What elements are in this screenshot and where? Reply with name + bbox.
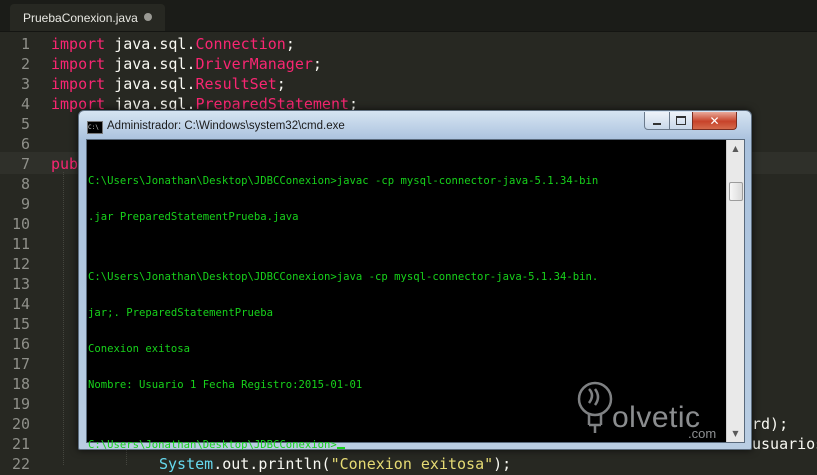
console-icon: C:\: [87, 121, 103, 134]
line-number: 9: [20, 195, 30, 213]
close-icon: ✕: [709, 113, 720, 128]
line-number: 7: [20, 155, 30, 173]
line-number: 10: [11, 215, 30, 233]
watermark-suffix: .com: [688, 426, 717, 441]
editor-tab-bar: PruebaConexion.java: [0, 0, 817, 32]
line-number: 21: [11, 435, 30, 453]
line-number: 3: [20, 75, 30, 93]
line-number: 14: [11, 295, 30, 313]
scroll-thumb[interactable]: [729, 182, 743, 201]
vertical-scrollbar[interactable]: ▲ ▼: [726, 140, 744, 442]
text-cursor: [336, 447, 345, 449]
code-fragment-line-21: usuarios: [752, 435, 817, 453]
code-line-3: import java.sql.ResultSet;: [51, 75, 286, 93]
line-number: 18: [11, 375, 30, 393]
line-number: 6: [20, 135, 30, 153]
console-line: .jar PreparedStatementPrueba.java: [88, 211, 299, 223]
line-number: 13: [11, 275, 30, 293]
code-line-1: import java.sql.Connection;: [51, 35, 295, 53]
line-number: 12: [11, 255, 30, 273]
unsaved-dot-icon[interactable]: [144, 13, 152, 21]
line-number: 19: [11, 395, 30, 413]
code-fragment-line-20: rd);: [752, 415, 789, 433]
line-number: 4: [20, 95, 30, 113]
close-button[interactable]: ✕: [692, 112, 737, 130]
console-line: C:\Users\Jonathan\Desktop\JDBCConexion>j…: [88, 271, 599, 283]
tab-label: PruebaConexion.java: [23, 10, 138, 25]
line-number: 5: [20, 115, 30, 133]
line-number: 11: [11, 235, 30, 253]
line-number: 22: [11, 455, 30, 473]
scroll-up-arrow-icon[interactable]: ▲: [727, 140, 744, 157]
minimize-icon: [653, 122, 661, 125]
console-line: jar;. PreparedStatementPrueba: [88, 307, 273, 319]
line-number: 1: [20, 35, 30, 53]
line-number: 2: [20, 55, 30, 73]
line-number: 8: [20, 175, 30, 193]
cmd-window-title: Administrador: C:\Windows\system32\cmd.e…: [107, 120, 345, 132]
console-line: Conexion exitosa: [88, 343, 191, 355]
cmd-title-bar[interactable]: C:\ Administrador: C:\Windows\system32\c…: [79, 111, 751, 139]
minimize-button[interactable]: [644, 112, 670, 130]
code-line-2: import java.sql.DriverManager;: [51, 55, 322, 73]
line-number: 15: [11, 315, 30, 333]
line-number: 17: [11, 355, 30, 373]
maximize-button[interactable]: [669, 112, 693, 130]
console-prompt: C:\Users\Jonathan\Desktop\JDBCConexion>: [88, 439, 337, 451]
line-number-gutter: 1 2 3 4 5 6 7 8 9 10 11 12 13 14 15 16 17 18 19 20 21 22: [0, 32, 40, 473]
code-line-7-fragment: pub: [51, 155, 79, 173]
tab-prueba-conexion[interactable]: PruebaConexion.java: [10, 4, 165, 31]
line-number: 16: [11, 335, 30, 353]
scroll-down-arrow-icon[interactable]: ▼: [727, 425, 744, 442]
line-number: 20: [11, 415, 30, 433]
indent-guide: [63, 172, 64, 465]
console-line: C:\Users\Jonathan\Desktop\JDBCConexion>j…: [88, 175, 599, 187]
maximize-icon: [676, 116, 686, 125]
